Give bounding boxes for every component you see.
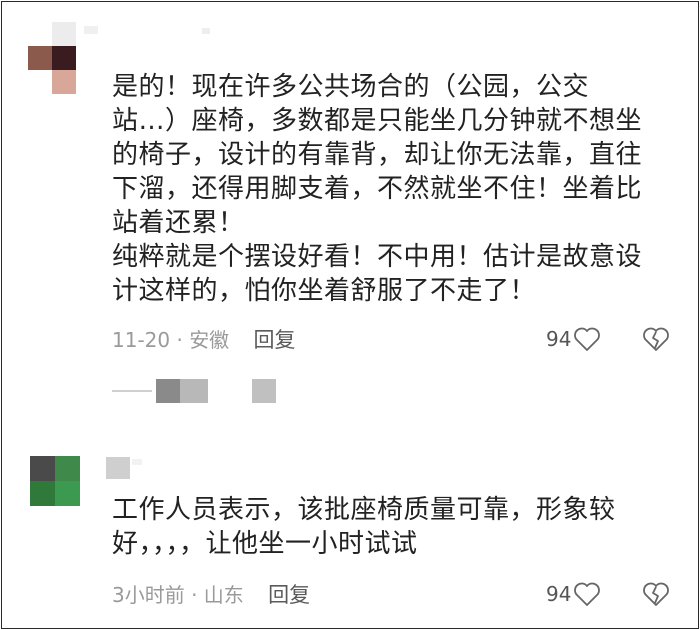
comment-meta: 11-20 · 安徽 回复 (112, 324, 296, 354)
comment-line: 站着还累！ (112, 208, 245, 238)
avatar-pixel (52, 22, 76, 46)
username-blurred[interactable] (84, 24, 210, 36)
avatar-pixel (76, 70, 100, 94)
username-blurred[interactable] (106, 457, 186, 479)
broken-heart-icon (643, 327, 669, 351)
dislike-button[interactable] (642, 326, 670, 356)
avatar-pixel (76, 46, 100, 70)
avatar-pixel (30, 481, 55, 506)
avatar-pixel (55, 456, 80, 481)
avatar-pixel (28, 22, 52, 46)
time-location: 3小时前 · 山东 (112, 583, 244, 607)
like-button[interactable]: 94 (546, 581, 601, 607)
dislike-button[interactable] (642, 581, 670, 611)
avatar[interactable] (30, 456, 80, 506)
like-button[interactable]: 94 (546, 326, 601, 352)
heart-icon (574, 582, 601, 606)
avatar-pixel (30, 456, 55, 481)
like-count: 94 (546, 327, 572, 351)
reply-button[interactable]: 回复 (268, 583, 310, 607)
avatar-pixel (52, 70, 76, 94)
comment-line: 的椅子，设计的有靠背，却让你无法靠，直往 (112, 140, 643, 170)
comment-line: 好，，，，让他坐一小时试试 (112, 529, 418, 559)
comment-panel: 是的！现在许多公共场合的（公园，公交 站…）座椅，多数都是只能坐几分钟就不想坐 … (1, 1, 699, 629)
broken-heart-icon (643, 582, 669, 606)
comment-text: 工作人员表示，该批座椅质量可靠，形象较 好，，，，让他坐一小时试试 (112, 493, 672, 561)
time-location: 11-20 · 安徽 (112, 328, 230, 352)
comment-line: 工作人员表示，该批座椅质量可靠，形象较 (112, 495, 616, 525)
comment-text: 是的！现在许多公共场合的（公园，公交 站…）座椅，多数都是只能坐几分钟就不想坐 … (112, 70, 672, 308)
expand-replies-blurred[interactable] (112, 379, 276, 403)
comment-line: 站…）座椅，多数都是只能坐几分钟就不想坐 (112, 106, 643, 136)
reply-button[interactable]: 回复 (254, 328, 296, 352)
like-count: 94 (546, 582, 572, 606)
comment-meta: 3小时前 · 山东 回复 (112, 579, 310, 609)
avatar-pixel (52, 46, 76, 70)
avatar-pixel (28, 70, 52, 94)
comment-line: 纯粹就是个摆设好看！不中用！估计是故意设 (112, 242, 643, 272)
avatar-pixel (28, 46, 52, 70)
comment-line: 下溜，还得用脚支着，不然就坐不住！坐着比 (112, 174, 643, 204)
avatar-pixel (55, 481, 80, 506)
heart-icon (574, 327, 601, 351)
comment-line: 计这样的，怕你坐着舒服了不走了！ (112, 276, 537, 306)
comment-line: 是的！现在许多公共场合的（公园，公交 (112, 72, 590, 102)
